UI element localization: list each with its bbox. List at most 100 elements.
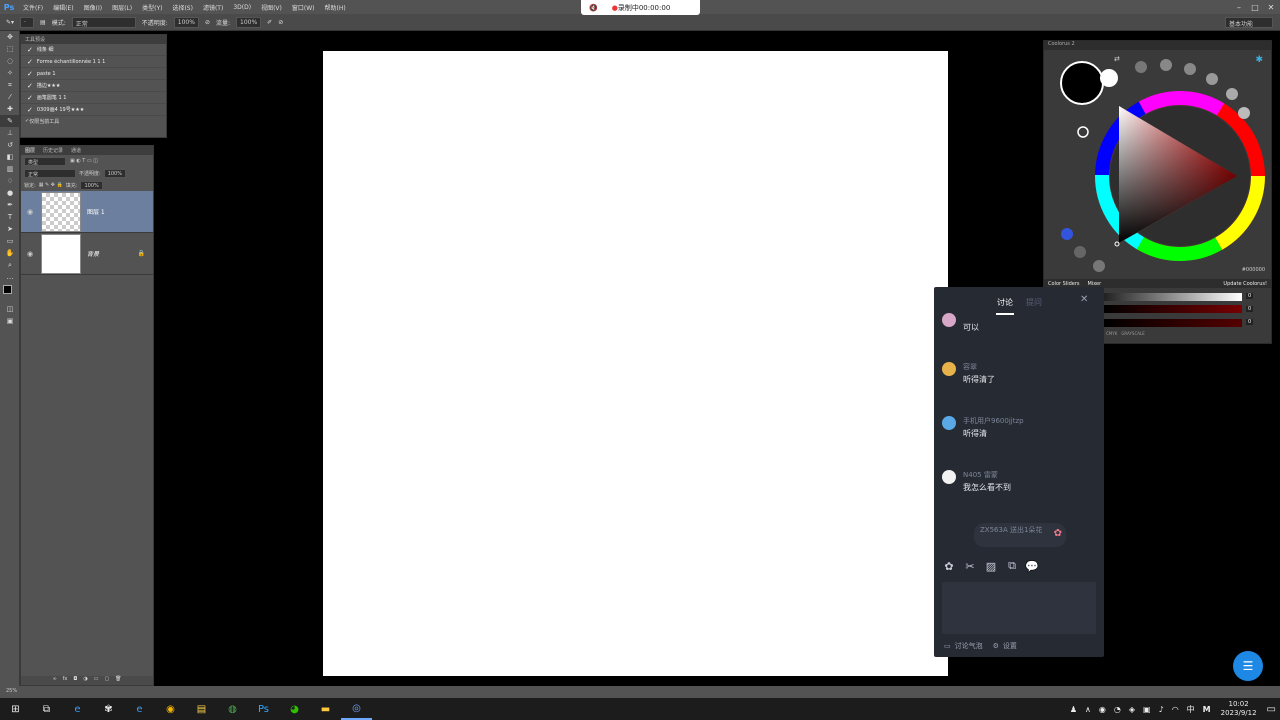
photoshop-taskbar-icon[interactable]: Ps <box>248 698 279 720</box>
preset-item[interactable]: ✓ 0309画4 19号★★★ <box>21 104 166 116</box>
move-tool-icon[interactable]: ✥ <box>0 31 20 43</box>
slider-value[interactable]: 0 <box>1246 319 1254 325</box>
opacity-field[interactable]: 100% <box>173 16 199 28</box>
show-hidden-icons[interactable]: ∧ <box>1081 705 1095 714</box>
menu-window[interactable]: 窗口(W) <box>287 3 320 12</box>
bubble-icon[interactable]: ▭ <box>944 642 951 650</box>
photoshop-logo[interactable]: Ps <box>0 0 18 14</box>
eye-icon[interactable]: ◉ <box>27 208 35 216</box>
tab-cmyk[interactable]: CMYK <box>1106 331 1117 336</box>
link-icon[interactable]: ∞ <box>52 676 56 685</box>
hand-tool-icon[interactable]: ✋ <box>0 247 20 259</box>
tray-app-icon[interactable]: ◈ <box>1125 705 1139 714</box>
minimize-button[interactable]: – <box>1232 0 1246 14</box>
people-icon[interactable]: ♟ <box>1066 705 1081 714</box>
menu-view[interactable]: 视图(V) <box>256 3 287 12</box>
wifi-icon[interactable]: ◠ <box>1168 705 1183 714</box>
layer-opacity-field[interactable]: 100% <box>103 168 126 178</box>
menu-help[interactable]: 帮助(H) <box>320 3 351 12</box>
pen-tool-icon[interactable]: ✒ <box>0 199 20 211</box>
settings-label[interactable]: 设置 <box>1003 641 1017 651</box>
edge-legacy-icon[interactable]: e <box>62 698 93 720</box>
workspace-select[interactable]: 基本功能 <box>1225 17 1273 28</box>
notification-icon[interactable]: ▭ <box>1263 704 1280 715</box>
mask-icon[interactable]: ◘ <box>73 676 77 685</box>
task-view-icon[interactable]: ⧉ <box>31 698 62 720</box>
pressure-opacity-icon[interactable]: ⊘ <box>205 19 210 26</box>
close-button[interactable]: ✕ <box>1264 0 1278 14</box>
tab-layers[interactable]: 图层 <box>25 147 35 154</box>
swap-colors-icon[interactable]: ⇄ <box>1114 55 1120 63</box>
eyedropper-tool-icon[interactable]: ⁄ <box>0 91 20 103</box>
fx-icon[interactable]: fx <box>63 676 68 685</box>
quick-mask-icon[interactable]: ◫ <box>0 303 20 315</box>
ime-mode-icon[interactable]: M <box>1199 705 1215 714</box>
brush-panel-toggle-icon[interactable]: ▤ <box>40 19 46 26</box>
chrome-icon[interactable]: ◉ <box>155 698 186 720</box>
ime-indicator[interactable]: 中 <box>1183 704 1199 715</box>
crop-tool-icon[interactable]: ⌗ <box>0 79 20 91</box>
layer-kind-select[interactable]: 类型 <box>24 156 66 166</box>
layer-row-1[interactable]: ◉ 图层 1 <box>21 191 153 233</box>
tray-app-icon[interactable]: ▣ <box>1139 705 1155 714</box>
menu-type[interactable]: 类型(Y) <box>137 3 167 12</box>
brush-size-picker[interactable]: · <box>20 16 35 28</box>
color-swatches[interactable] <box>0 283 19 303</box>
tray-app-icon[interactable]: ◉ <box>1095 705 1110 714</box>
bubble-label[interactable]: 讨论气泡 <box>955 641 983 651</box>
airbrush-icon[interactable]: ✐ <box>267 19 272 26</box>
app-icon[interactable]: ✾ <box>93 698 124 720</box>
foreground-color[interactable] <box>3 285 12 294</box>
dodge-tool-icon[interactable]: ● <box>0 187 20 199</box>
adjustment-icon[interactable]: ◑ <box>83 676 87 685</box>
settings-icon[interactable]: ⚙ <box>993 642 999 650</box>
type-tool-icon[interactable]: T <box>0 211 20 223</box>
hex-value[interactable]: #000000 <box>1242 267 1265 273</box>
trash-icon[interactable]: 🗑 <box>115 676 121 685</box>
zoom-tool-icon[interactable]: ⌕ <box>0 259 20 271</box>
blur-tool-icon[interactable]: ♢ <box>0 175 20 187</box>
360-browser-icon[interactable]: ◍ <box>217 698 248 720</box>
flower-icon[interactable]: ✿ <box>942 559 956 573</box>
close-icon[interactable]: ✕ <box>1080 294 1088 305</box>
brush-tool-icon[interactable]: ✎▾ <box>6 19 14 26</box>
slider-value[interactable]: 0 <box>1246 293 1254 299</box>
preset-item[interactable]: ✓ 描边★★★ <box>21 80 166 92</box>
volume-icon[interactable]: ♪ <box>1155 705 1168 714</box>
blend-mode-select[interactable]: 正常 <box>24 168 76 178</box>
menu-file[interactable]: 文件(F) <box>18 3 48 12</box>
zoom-level[interactable]: 25% <box>0 688 17 694</box>
healing-tool-icon[interactable]: ✚ <box>0 103 20 115</box>
microphone-icon[interactable]: 🔇 <box>589 4 598 12</box>
edge-icon[interactable]: e <box>124 698 155 720</box>
classin-icon[interactable]: ◎ <box>341 698 372 720</box>
more-tools-icon[interactable]: … <box>0 271 20 283</box>
menu-filter[interactable]: 滤镜(T) <box>198 3 228 12</box>
image-icon[interactable]: ▨ <box>984 559 998 573</box>
scissors-icon[interactable]: ✂ <box>963 559 977 573</box>
group-icon[interactable]: ▭ <box>94 676 99 685</box>
preset-item[interactable]: ✓ 线条 细 <box>21 44 166 56</box>
layer-row-background[interactable]: ◉ 背景 🔒 <box>21 233 153 275</box>
screen-mode-icon[interactable]: ▣ <box>0 315 20 327</box>
network-icon[interactable]: ◔ <box>1110 705 1125 714</box>
new-layer-icon[interactable]: ▢ <box>104 676 109 685</box>
quick-select-tool-icon[interactable]: ✧ <box>0 67 20 79</box>
tab-grayscale[interactable]: GRAYSCALE <box>1121 331 1144 336</box>
tab-question[interactable]: 提问 <box>1026 297 1042 308</box>
menu-layer[interactable]: 图层(L) <box>107 3 137 12</box>
tab-discussion[interactable]: 讨论 <box>997 297 1013 308</box>
menu-select[interactable]: 选择(S) <box>167 3 198 12</box>
flow-field[interactable]: 100% <box>236 16 262 28</box>
screenshot-icon[interactable]: ⧉ <box>1005 559 1019 573</box>
maximize-button[interactable]: □ <box>1248 0 1262 14</box>
file-explorer-icon[interactable]: ▬ <box>310 698 341 720</box>
marquee-tool-icon[interactable]: ⬚ <box>0 43 20 55</box>
eye-icon[interactable]: ◉ <box>27 250 35 258</box>
windows-start-icon[interactable]: ⊞ <box>0 698 31 720</box>
reply-icon[interactable]: 💬 <box>1025 559 1039 573</box>
settings-gear-icon[interactable]: ✱ <box>1255 55 1263 65</box>
slider-value[interactable]: 0 <box>1246 306 1254 312</box>
chat-bubble-button[interactable]: ☰ <box>1233 651 1263 681</box>
message-input[interactable] <box>942 582 1096 634</box>
